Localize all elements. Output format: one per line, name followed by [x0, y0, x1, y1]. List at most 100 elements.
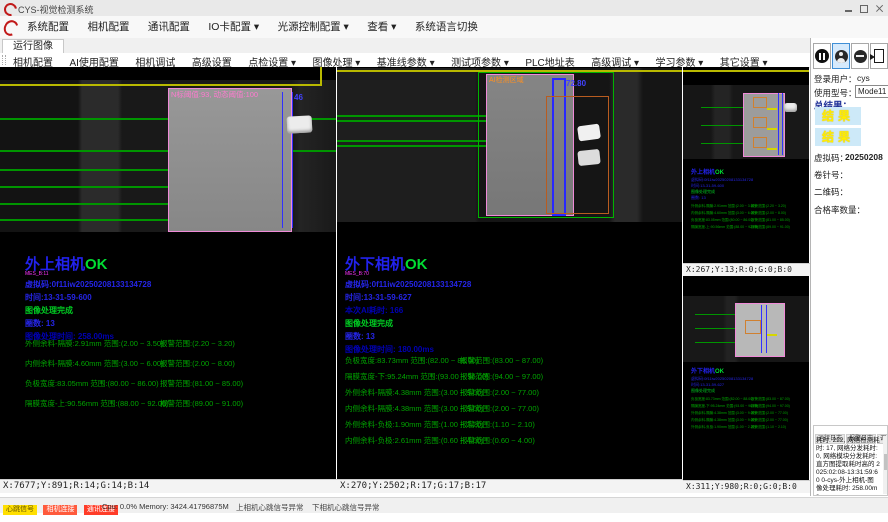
- minimize-button[interactable]: [842, 4, 856, 13]
- pixel-coord-readout: X:7677;Y:891;R:14;G:14;B:14: [0, 479, 339, 493]
- result-ok-label: OK: [715, 170, 724, 176]
- result-badge-lower: 结果: [815, 128, 861, 146]
- measure-line: [0, 219, 168, 221]
- login-user-label: 登录用户：: [814, 73, 857, 85]
- alarm-range: 报警范围:(2.20 ~ 3.20): [160, 338, 235, 349]
- measure-line: [695, 314, 735, 315]
- alarm-range: 报警范围:(1.10 ~ 2.10): [751, 425, 786, 430]
- measurement-row: 负极宽度:83.05mm 范围:(80.00 ~ 86.00): [25, 378, 159, 389]
- measure-line: [337, 115, 487, 117]
- bright-blob: [577, 124, 601, 142]
- blue-measure-tag: 46: [294, 93, 303, 102]
- camera-view-lower[interactable]: AI检测区域 72.80 外下相机OK MES_B:70 虚拟码:0f11iw2…: [337, 67, 682, 479]
- time-line: 时间:13-31-59-600: [25, 292, 92, 303]
- guide-line: [320, 67, 322, 84]
- done-line: 图像处理完成: [345, 318, 393, 329]
- alarm-range: 报警范围:(0.60 ~ 4.00): [460, 435, 535, 446]
- maximize-button[interactable]: [857, 4, 871, 13]
- camera-view-upper[interactable]: N标阈值:93, 动态阈值:100 46 外上相机OK MES_B:11 虚拟码…: [0, 67, 336, 479]
- menu-item[interactable]: 光源控制配置 ▾: [271, 16, 356, 38]
- thumbnail-view-lower[interactable]: 外下相机OK 虚拟码:0f11iw20250208133134728 时间:13…: [683, 276, 809, 480]
- side-panel: 登录用户： cys 使用型号： Mode11 总结果： 结果 结果 虚拟码： 2…: [810, 38, 888, 496]
- proc-time-line: 图像处理时间: 180.00ms: [345, 344, 434, 355]
- barcode-line: 虚拟码:0f11iw20250208133134728: [345, 279, 471, 290]
- time-line: 时间:13-31-59-627: [345, 292, 412, 303]
- measure-line: [337, 140, 487, 142]
- alarm-range: 报警范围:(81.00 ~ 85.00): [160, 378, 243, 389]
- ai-detect-region-label: AI检测区域: [489, 75, 524, 85]
- measurement-row: 隔膜宽度-上:90.56mm 范围:(88.00 ~ 92.00): [25, 398, 169, 409]
- mini-label-marker: [767, 334, 777, 336]
- result-ok-label: OK: [85, 256, 108, 273]
- cpu-memory-readout: Cpu: 0.0% Memory: 3424.41796875M: [102, 502, 229, 511]
- mini-camera-title: 外下相机OK: [691, 366, 724, 375]
- measure-line: [701, 125, 743, 126]
- measurement-row: 外侧余料-隔膜:2.91mm 范围:(2.00 ~ 3.50): [691, 204, 756, 209]
- pause-button[interactable]: [813, 43, 831, 69]
- alarm-range: 报警范围:(2.00 ~ 77.00): [751, 411, 788, 416]
- brand-logo-icon: [1, 18, 21, 39]
- menu-item[interactable]: 相机配置: [80, 16, 136, 38]
- pixel-coord-readout: X:311;Y:980;R:0;G:0;B:0: [683, 480, 812, 493]
- alarm-range: 报警范围:(83.00 ~ 87.00): [460, 355, 543, 366]
- field-label: 卷针号：: [814, 169, 848, 181]
- menu-item[interactable]: 系统配置: [20, 16, 76, 38]
- app-statusbar: 心跳信号 相机连接 通讯连接 Cpu: 0.0% Memory: 3424.41…: [0, 497, 888, 513]
- menu-item[interactable]: IO卡配置 ▾: [201, 16, 266, 38]
- tab-run-image[interactable]: 运行图像: [2, 39, 64, 54]
- menu-item[interactable]: 系统语言切换: [408, 16, 485, 38]
- alarm-range: 报警范围:(89.00 ~ 91.00): [160, 398, 243, 409]
- tab-connector-blob: [784, 103, 797, 112]
- model-select[interactable]: Mode11: [855, 85, 888, 98]
- measurement-row: 隔膜宽度-下:95.24mm 范围:(93.00 ~ 96.00): [691, 404, 758, 409]
- close-button[interactable]: [872, 4, 886, 13]
- orange-roi-frame: [753, 117, 767, 128]
- measure-line: [701, 143, 743, 144]
- alarm-range: 报警范围:(2.00 ~ 77.00): [751, 418, 788, 423]
- exit-button[interactable]: [870, 43, 888, 69]
- tab-connector-blob: [287, 115, 313, 133]
- done-line: 图像处理完成: [25, 305, 73, 316]
- measure-line: [337, 120, 487, 122]
- measurement-row: 负极宽度:83.05mm 范围:(80.00 ~ 86.00): [691, 218, 753, 223]
- menubar: 系统配置 相机配置 通讯配置 IO卡配置 ▾ 光源控制配置 ▾ 查看 ▾ 系统语…: [0, 16, 888, 39]
- stop-button[interactable]: [851, 43, 869, 69]
- measurement-row: 负极宽度:83.73mm 范围:(82.00 ~ 88.00): [691, 397, 753, 402]
- menu-item[interactable]: 通讯配置: [141, 16, 197, 38]
- bright-blob: [577, 149, 600, 166]
- thumbnail-view-upper[interactable]: 外上相机OK 虚拟码:0f11iw20250208133134728 时间:13…: [683, 67, 809, 263]
- window-title: CYS-视觉检测系统: [18, 3, 94, 16]
- exit-door-icon: [874, 49, 884, 63]
- measurement-row: 外侧余料-隔膜:2.91mm 范围:(2.00 ~ 3.50): [25, 338, 164, 349]
- alarm-range: 报警范围:(2.20 ~ 3.20): [751, 204, 786, 209]
- blue-measure-tag: 72.80: [566, 79, 586, 88]
- log-scrollbar[interactable]: [883, 436, 887, 494]
- alarm-range: 报警范围:(94.00 ~ 97.00): [460, 371, 543, 382]
- camera-title: 外下相机: [691, 369, 715, 375]
- menu-item[interactable]: 查看 ▾: [360, 16, 403, 38]
- mes-tag: MES_B:11: [25, 271, 49, 277]
- lower-camera-warning: 下相机心跳信号异常: [312, 502, 380, 513]
- upper-camera-warning: 上相机心跳信号异常: [236, 502, 304, 513]
- measurement-row: 内侧余料-隔膜:4.38mm 范围:(3.00 ~ 9.00): [691, 418, 756, 423]
- measurement-row: 外侧余料-隔膜:4.38mm 范围:(3.00 ~ 9.00): [691, 411, 756, 416]
- orange-roi-frame: [753, 97, 767, 108]
- pixel-coord-readout: X:270;Y:2502;R:17;G:17;B:17: [337, 479, 685, 493]
- cell-roi: N标阈值:93, 动态阈值:100: [168, 88, 292, 232]
- mini-camera-title: 外上相机OK: [691, 167, 724, 176]
- heartbeat-badge: 心跳信号: [3, 505, 37, 515]
- turns-line: 圈数: 13: [25, 318, 55, 329]
- result-badge-upper: 结果: [815, 107, 861, 125]
- ai-time-line: 本次AI耗时: 166: [345, 305, 403, 316]
- user-button[interactable]: [832, 43, 850, 69]
- orange-roi-frame: [753, 137, 767, 148]
- user-icon: [835, 50, 848, 63]
- turns-line: 圈数: 13: [691, 195, 706, 201]
- pause-icon: [815, 49, 829, 63]
- scrollbar-thumb[interactable]: [884, 454, 887, 470]
- guide-line: [0, 84, 322, 86]
- field-label: 虚拟码：: [814, 152, 848, 164]
- toolbar-grip[interactable]: [2, 55, 6, 65]
- measure-line: [695, 328, 735, 329]
- alarm-range: 报警范围:(2.00 ~ 8.00): [751, 211, 786, 216]
